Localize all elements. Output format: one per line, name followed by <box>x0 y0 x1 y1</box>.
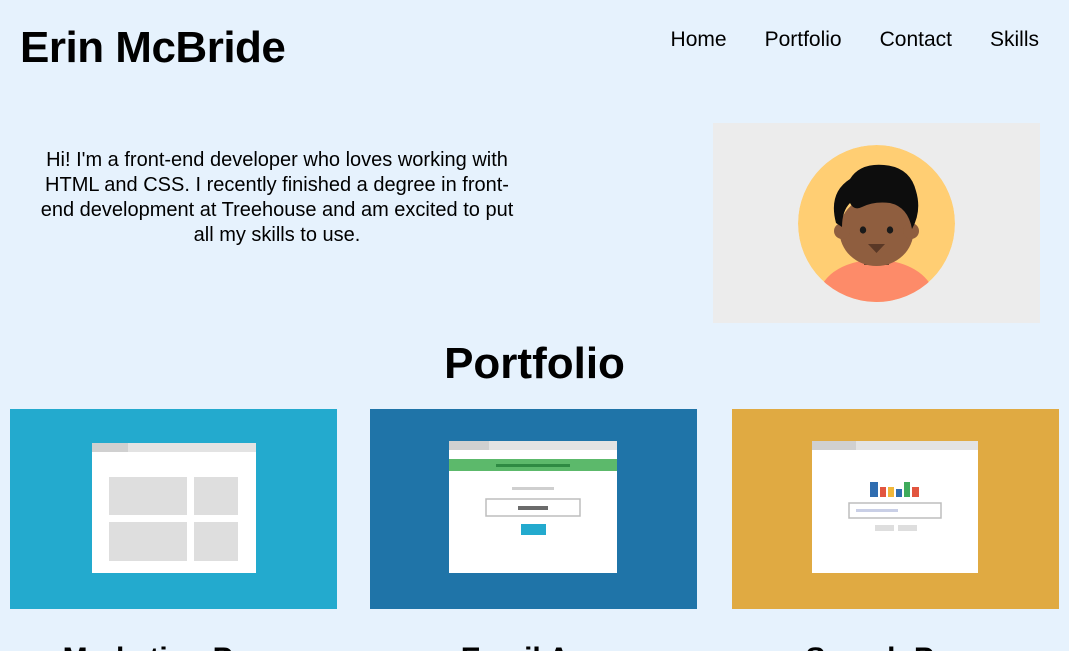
search-results-mockup-icon <box>732 409 1059 609</box>
intro-text: Hi! I'm a front-end developer who loves … <box>40 149 514 246</box>
page: Erin McBride Home Portfolio Contact Skil… <box>0 0 1069 651</box>
nav-home-link[interactable]: Home <box>671 27 727 53</box>
profile-image <box>713 123 1040 323</box>
project-caption-search: Search Page <box>732 641 1059 651</box>
project-caption-marketing: Marketing Page <box>10 641 337 651</box>
site-title: Erin McBride <box>20 23 286 72</box>
nav-contact-link[interactable]: Contact <box>880 27 952 53</box>
nav-skills-link[interactable]: Skills <box>990 27 1039 53</box>
layout-grid-mockup-icon <box>10 409 337 609</box>
avatar-icon <box>798 145 955 302</box>
project-card-email[interactable] <box>370 409 697 609</box>
nav-portfolio-link[interactable]: Portfolio <box>765 27 842 53</box>
project-card-marketing[interactable] <box>10 409 337 609</box>
main-nav: Home Portfolio Contact Skills <box>671 27 1039 53</box>
project-caption-email: Email App <box>370 641 697 651</box>
portfolio-title: Portfolio <box>444 339 625 388</box>
project-card-search[interactable] <box>732 409 1059 609</box>
signup-form-mockup-icon <box>370 409 697 609</box>
